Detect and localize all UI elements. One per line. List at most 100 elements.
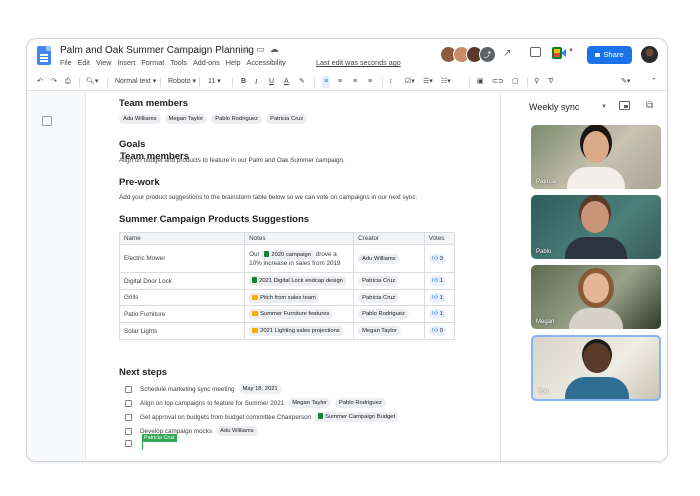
undo-icon[interactable]: ↶: [37, 76, 43, 88]
participant-tile[interactable]: Patricia: [531, 125, 661, 189]
chevron-down-icon[interactable]: ▼: [601, 104, 607, 110]
meet-icon[interactable]: [552, 47, 566, 59]
participant-tile-self[interactable]: You: [531, 335, 661, 401]
product-name[interactable]: Electric Mower: [118, 244, 246, 273]
product-name[interactable]: Patio Furniture: [118, 305, 246, 323]
file-chip[interactable]: Summer Furniture features: [249, 309, 333, 319]
file-chip[interactable]: 2021 Lighting sales projections: [249, 326, 343, 336]
product-notes[interactable]: 2021 Lighting sales projections: [244, 322, 355, 340]
file-chip[interactable]: Summer Campaign Budget: [315, 412, 399, 422]
italic-icon[interactable]: I: [255, 76, 257, 88]
bulleted-list-icon[interactable]: ☰▾: [423, 76, 433, 88]
zoom-icon[interactable]: 🔍︎▾: [86, 76, 98, 88]
menu-tools[interactable]: Tools: [170, 58, 187, 67]
text-color-icon[interactable]: A: [284, 76, 289, 88]
person-chip[interactable]: Patricia Cruz: [266, 114, 308, 124]
insert-link-icon[interactable]: ⊂⊃: [492, 76, 504, 88]
product-notes[interactable]: 2021 Digital Lock endcap design: [244, 272, 355, 290]
document-title[interactable]: Palm and Oak Summer Campaign Planning: [60, 45, 254, 56]
vote-chip[interactable]: 👍︎ 1: [428, 292, 446, 303]
menu-format[interactable]: Format: [141, 58, 164, 67]
person-chip[interactable]: Pablo Rodriguez: [358, 309, 409, 319]
vote-chip[interactable]: 👍︎ 0: [428, 326, 446, 336]
paragraph-style-select[interactable]: Normal text ▾: [115, 76, 156, 88]
product-name[interactable]: Digital Door Lock: [118, 272, 246, 290]
person-chip[interactable]: Adu Williams: [119, 114, 161, 124]
cloud-status-icon[interactable]: ☁: [270, 44, 279, 55]
person-chip[interactable]: Megan Taylor: [164, 114, 208, 124]
file-chip[interactable]: Pitch from sales team: [249, 292, 319, 303]
editing-mode-icon[interactable]: ✎▾: [621, 76, 630, 88]
highlight-icon[interactable]: ✎: [299, 76, 305, 88]
product-notes[interactable]: Our 2020 campaign drove a 10% increase i…: [244, 244, 355, 273]
align-center-icon[interactable]: ≡: [338, 76, 342, 88]
chevron-down-icon[interactable]: ▼: [568, 48, 574, 54]
account-avatar[interactable]: [641, 46, 658, 63]
product-name[interactable]: Grills: [118, 289, 246, 306]
bold-icon[interactable]: B: [241, 76, 246, 88]
justify-icon[interactable]: ≡: [368, 76, 372, 88]
underline-icon[interactable]: U: [269, 76, 274, 88]
person-chip[interactable]: Adu Williams: [216, 426, 258, 436]
product-notes[interactable]: Summer Furniture features: [244, 305, 355, 323]
date-chip[interactable]: May 18, 2021: [238, 384, 282, 394]
checklist-icon[interactable]: ☑▾: [405, 76, 415, 88]
menu-addons[interactable]: Add-ons: [193, 58, 220, 67]
menu-help[interactable]: Help: [226, 58, 241, 67]
star-icon[interactable]: ☆: [243, 44, 251, 55]
checkbox[interactable]: [125, 413, 132, 421]
person-chip[interactable]: Megan Taylor: [288, 398, 331, 408]
person-chip[interactable]: Patricia Cruz: [358, 292, 400, 303]
share-button[interactable]: Share: [587, 46, 632, 64]
print-icon[interactable]: ⎙: [65, 76, 71, 88]
add-comment-icon[interactable]: ▢: [512, 76, 519, 88]
font-size-select[interactable]: 11 ▾: [208, 76, 221, 88]
menu-accessibility[interactable]: Accessibility: [247, 58, 286, 67]
open-new-window-icon[interactable]: ⧉: [646, 100, 653, 111]
menu-insert[interactable]: Insert: [117, 58, 135, 67]
docs-logo-icon[interactable]: [37, 46, 51, 65]
picture-in-picture-icon[interactable]: [619, 101, 630, 110]
menu-file[interactable]: File: [60, 58, 72, 67]
file-chip[interactable]: 2020 campaign: [261, 250, 315, 260]
task-text[interactable]: Align on top campaigns to feature for Su…: [140, 400, 284, 407]
task-text[interactable]: Get approval on budgets from budget comm…: [140, 414, 311, 421]
person-chip[interactable]: Megan Taylor: [358, 326, 401, 336]
menu-edit[interactable]: Edit: [78, 58, 90, 67]
participant-tile[interactable]: Pablo: [531, 195, 661, 259]
product-name[interactable]: Solar Lights: [118, 322, 246, 340]
file-chip[interactable]: 2021 Digital Lock endcap design: [249, 276, 346, 286]
clear-format-icon[interactable]: T̸: [548, 76, 552, 88]
vote-chip[interactable]: 👍︎ 1: [428, 276, 446, 286]
line-spacing-icon[interactable]: ↕: [389, 76, 393, 88]
font-select[interactable]: Roboto ▾: [168, 76, 196, 88]
align-right-icon[interactable]: ≡: [353, 76, 357, 88]
checkbox[interactable]: [125, 440, 132, 447]
menu-view[interactable]: View: [96, 58, 111, 67]
insert-image-icon[interactable]: ▣: [477, 76, 484, 88]
numbered-list-icon[interactable]: ☷▾: [441, 76, 451, 88]
move-folder-icon[interactable]: ▭: [256, 44, 265, 55]
activity-trend-icon[interactable]: ↗: [503, 48, 511, 59]
person-chip[interactable]: Adu Williams: [358, 253, 400, 264]
person-chip[interactable]: Pablo Rodriguez: [334, 398, 386, 408]
redo-icon[interactable]: ↷: [51, 76, 57, 88]
product-notes[interactable]: Pitch from sales team: [244, 289, 355, 306]
document-outline-icon[interactable]: [42, 116, 52, 126]
person-chip[interactable]: Pablo Rodriguez: [211, 114, 263, 124]
avatar-overflow[interactable]: ⤴: [479, 46, 496, 63]
last-edit-link[interactable]: Last edit was seconds ago: [316, 58, 401, 67]
participant-tile[interactable]: Megan: [531, 265, 661, 329]
comment-history-icon[interactable]: [530, 47, 541, 57]
checkbox[interactable]: [125, 399, 132, 407]
paint-format-icon[interactable]: ⚲: [534, 76, 539, 88]
meeting-title[interactable]: Weekly sync: [529, 102, 579, 112]
checkbox[interactable]: [125, 427, 132, 435]
task-text[interactable]: Schedule marketing sync meeting: [140, 386, 235, 393]
vote-chip[interactable]: 👍︎ 1: [428, 309, 446, 319]
collapse-toolbar-icon[interactable]: ⌃: [651, 76, 657, 88]
align-left-icon[interactable]: ≡: [322, 76, 331, 88]
person-chip[interactable]: Patricia Cruz: [358, 276, 400, 286]
vote-chip[interactable]: 👍︎ 3: [428, 253, 446, 264]
checkbox[interactable]: [125, 385, 132, 393]
